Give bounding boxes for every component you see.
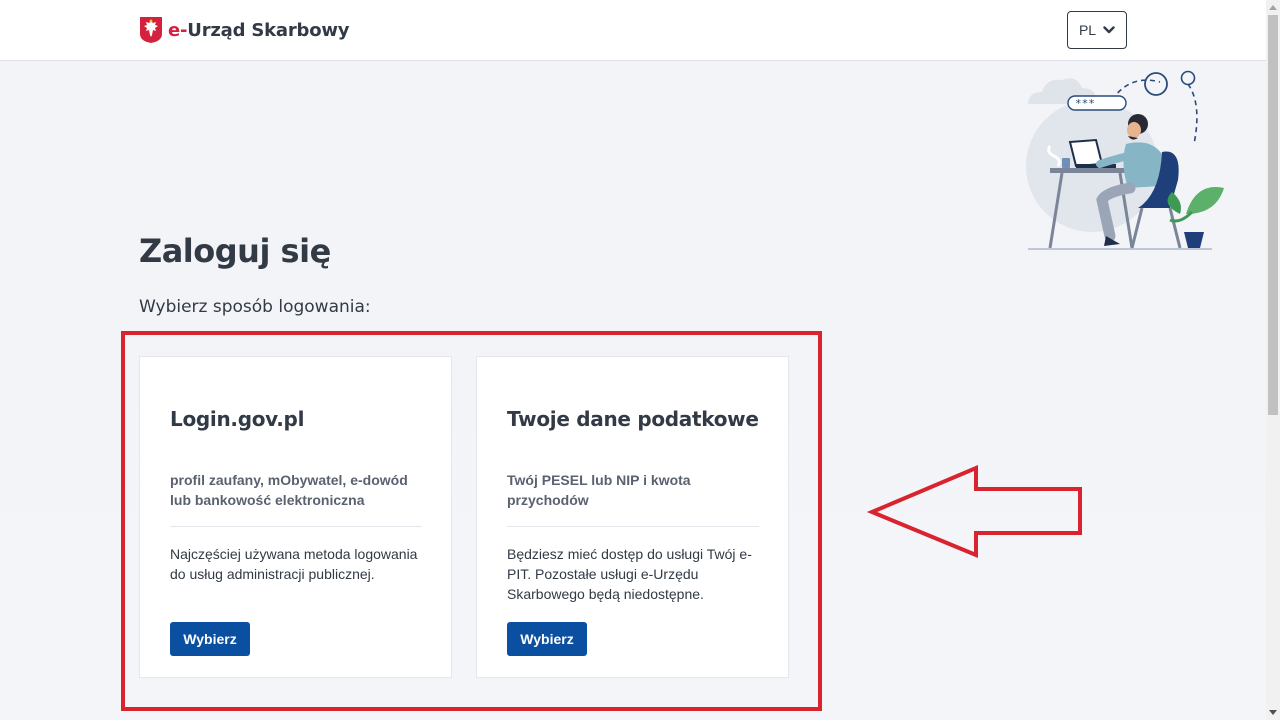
login-gov-card: Login.gov.pl profil zaufany, mObywatel, … [139, 356, 452, 678]
card-title: Login.gov.pl [170, 407, 305, 431]
card-subtitle: profil zaufany, mObywatel, e-dowód lub b… [170, 472, 408, 508]
site-logo[interactable]: e-Urząd Skarbowy [139, 16, 350, 44]
card-divider [170, 526, 422, 527]
chevron-down-icon [1103, 26, 1115, 34]
login-method-prompt: Wybierz sposób logowania: [139, 297, 371, 317]
top-header: e-Urząd Skarbowy PL [0, 0, 1266, 61]
caret-down-icon [1269, 710, 1277, 715]
language-label: PL [1078, 22, 1097, 38]
card-divider [507, 526, 759, 527]
brand-prefix: e- [168, 19, 188, 41]
card-description: Będziesz mieć dostęp do usługi Twój e-PI… [507, 546, 752, 602]
eagle-emblem-icon [140, 17, 162, 43]
scroll-up-button[interactable] [1266, 0, 1280, 14]
page-title: Zaloguj się [139, 232, 331, 270]
brand-name: e-Urząd Skarbowy [168, 19, 350, 41]
choose-login-gov-button[interactable]: Wybierz [170, 622, 250, 656]
arrow-left-annotation-icon [866, 464, 1082, 558]
page-scrollbar[interactable] [1266, 0, 1280, 720]
choose-tax-data-button[interactable]: Wybierz [507, 622, 587, 656]
caret-up-icon [1269, 5, 1277, 10]
scroll-down-button[interactable] [1266, 706, 1280, 720]
card-title: Twoje dane podatkowe [507, 407, 759, 431]
language-selector[interactable]: PL [1067, 11, 1127, 49]
scrollbar-thumb[interactable] [1268, 15, 1278, 415]
card-description: Najczęściej używana metoda logowania do … [170, 546, 418, 582]
card-subtitle: Twój PESEL lub NIP i kwota przychodów [507, 472, 691, 508]
person-at-laptop-illustration: *** [1026, 70, 1224, 250]
brand-title: Urząd Skarbowy [187, 19, 350, 41]
tax-data-card: Twoje dane podatkowe Twój PESEL lub NIP … [476, 356, 789, 678]
password-mask-text: *** [1075, 97, 1095, 110]
